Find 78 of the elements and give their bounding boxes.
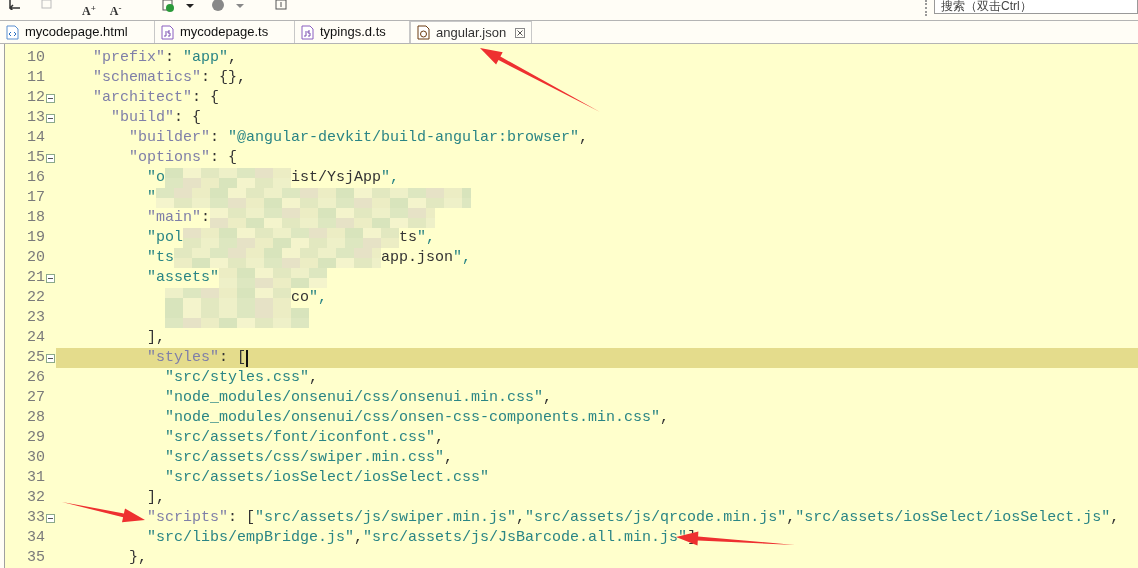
caret-icon[interactable] — [185, 2, 196, 10]
code-line: "options": { — [129, 147, 238, 168]
line-number: 28 — [26, 407, 45, 428]
line-number: 21 — [26, 267, 45, 288]
fold-icon[interactable] — [46, 353, 55, 363]
line-number: 32 — [26, 487, 45, 508]
code-line: "pol — [147, 227, 183, 248]
code-line: "assets" — [147, 267, 219, 288]
js-file-icon — [161, 24, 174, 40]
code-line: "o — [147, 167, 165, 188]
code-line: "main": — [147, 207, 211, 228]
code-line: app.json", — [381, 247, 472, 268]
line-number: 18 — [26, 207, 45, 228]
code-line: "node_modules/onsenui/css/onsenui.min.css", — [165, 387, 553, 408]
code-line: "src/styles.css", — [165, 367, 319, 388]
line-number: 17 — [26, 187, 45, 208]
line-number: 35 — [26, 547, 45, 568]
line-number: 23 — [26, 307, 45, 328]
search-field[interactable]: 搜索（双击Ctrl） — [934, 0, 1138, 14]
code-line: ], — [147, 487, 165, 508]
run-icon[interactable] — [161, 0, 176, 12]
code-line: "src/assets/iosSelect/iosSelect.css" — [165, 467, 490, 488]
tab-label: angular.json — [436, 23, 507, 42]
font-size-button[interactable]: A$^{-}$ — [109, 0, 122, 19]
line-number: 16 — [26, 167, 45, 188]
line-number: 33 — [26, 507, 45, 528]
code-line: "schematics": {}, — [93, 67, 247, 88]
text-cursor — [246, 349, 249, 367]
code-line: co", — [291, 287, 328, 308]
line-number: 12 — [26, 87, 45, 108]
fold-icon[interactable] — [46, 113, 55, 123]
font-size-button[interactable]: A$^{+}$ — [82, 0, 96, 19]
line-number: 13 — [26, 107, 45, 128]
line-number: 30 — [26, 447, 45, 468]
line-number: 22 — [26, 287, 45, 308]
code-line: "styles": [ — [147, 347, 247, 368]
tab-label: typings.d.ts — [320, 23, 386, 42]
back-icon[interactable] — [8, 0, 22, 10]
code-line: }, — [129, 547, 147, 568]
code-line: "src/assets/css/swiper.min.css", — [165, 447, 454, 468]
code-line: "builder": "@angular-devkit/build-angular:browser", — [129, 127, 589, 148]
fold-icon[interactable] — [46, 93, 55, 103]
json-file-icon — [417, 25, 430, 40]
line-number: 26 — [26, 367, 45, 388]
tab-label: mycodepage.ts — [180, 23, 269, 42]
code-line: "prefix": "app", — [93, 47, 238, 68]
code-line: ist/YsjApp", — [291, 167, 400, 188]
line-number: 15 — [26, 147, 45, 168]
line-number: 19 — [26, 227, 45, 248]
line-number: 27 — [26, 387, 45, 408]
code-line: " — [147, 187, 156, 208]
line-number: 29 — [26, 427, 45, 448]
line-number: 14 — [26, 127, 45, 148]
line-number: 20 — [26, 247, 45, 268]
line-number: 25 — [26, 347, 45, 368]
line-number: 10 — [26, 47, 45, 68]
js-file-icon — [301, 24, 314, 40]
line-number: 24 — [26, 327, 45, 348]
html-file-icon — [6, 24, 19, 40]
code-line: "architect": { — [93, 87, 220, 108]
code-line: "ts — [147, 247, 174, 268]
editor-tab[interactable]: angular.json — [410, 21, 532, 43]
line-number: 11 — [26, 67, 45, 88]
close-icon[interactable] — [515, 27, 525, 38]
line-number: 34 — [26, 527, 45, 548]
code-line: ts", — [399, 227, 436, 248]
fold-icon[interactable] — [46, 273, 55, 283]
info-icon[interactable] — [275, 0, 288, 12]
toolbar-grip — [925, 0, 928, 16]
code-line: "node_modules/onsenui/css/onsen-css-components.min.css", — [165, 407, 670, 428]
fold-icon[interactable] — [46, 153, 55, 163]
tab-label: mycodepage.html — [25, 23, 128, 42]
code-line: ], — [147, 327, 165, 348]
code-line: "src/assets/font/iconfont.css", — [165, 427, 445, 448]
fold-icon[interactable] — [46, 513, 55, 523]
code-line: "build": { — [111, 107, 202, 128]
code-line: "scripts": ["src/assets/js/swiper.min.js","src/assets/js/qrcode.min.js","src/assets/iosSelect/iosSelect.js", — [147, 507, 1120, 528]
line-number: 31 — [26, 467, 45, 488]
